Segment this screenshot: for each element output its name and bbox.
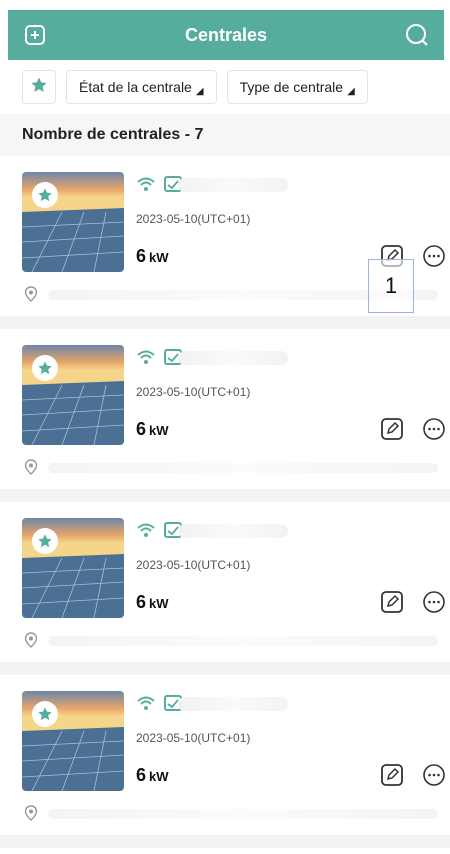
status-icons (136, 522, 182, 543)
power-unit: kW (149, 423, 169, 438)
plant-power: 6 kW (136, 419, 169, 440)
plant-date: 2023-05-10(UTC+01) (136, 385, 251, 399)
power-value: 6 (136, 419, 147, 439)
plant-type-label: Type de centrale (239, 79, 344, 95)
add-square-icon[interactable] (24, 24, 46, 46)
plant-name-blurred (178, 178, 288, 192)
edit-icon[interactable] (380, 763, 404, 787)
plant-name-blurred (178, 524, 288, 538)
plant-thumbnail (22, 172, 124, 272)
location-pin-icon (24, 632, 38, 648)
status-icons (136, 349, 182, 370)
location-pin-icon (24, 286, 38, 302)
favorite-badge[interactable] (32, 528, 58, 554)
plant-card[interactable]: 2023-05-10(UTC+01) 6 kW (0, 329, 450, 489)
plant-card[interactable]: 2023-05-10(UTC+01) 6 kW (0, 675, 450, 835)
star-icon (30, 76, 48, 99)
plant-date: 2023-05-10(UTC+01) (136, 212, 251, 226)
edit-icon[interactable] (380, 417, 404, 441)
search-icon[interactable] (404, 22, 430, 48)
plant-card[interactable]: 2023-05-10(UTC+01) 6 kW (0, 502, 450, 662)
plant-power: 6 kW (136, 765, 169, 786)
more-options-icon[interactable] (422, 244, 446, 268)
plant-type-dropdown[interactable]: Type de centrale ◢ (226, 70, 368, 104)
caret-icon: ◢ (195, 85, 204, 97)
plant-name-blurred (178, 351, 288, 365)
wifi-icon (136, 349, 156, 370)
plant-count-label: Nombre de centrales - 7 (22, 126, 204, 143)
status-icons (136, 695, 182, 716)
divider (0, 835, 450, 848)
wifi-icon (136, 695, 156, 716)
edit-icon[interactable] (380, 590, 404, 614)
more-options-icon[interactable] (422, 763, 446, 787)
plant-status-dropdown[interactable]: État de la centrale ◢ (66, 70, 217, 104)
divider (0, 316, 450, 329)
plant-address-blurred (48, 809, 438, 819)
caret-icon: ◢ (347, 85, 355, 97)
power-unit: kW (149, 250, 169, 265)
more-options-icon[interactable] (422, 417, 446, 441)
power-value: 6 (136, 592, 147, 612)
plant-address-blurred (48, 636, 438, 646)
favorite-badge[interactable] (32, 355, 58, 381)
plant-date: 2023-05-10(UTC+01) (136, 558, 251, 572)
filter-bar: État de la centrale ◢ Type de centrale ◢ (0, 60, 450, 114)
divider (0, 662, 450, 675)
annotation-label: 1 (384, 273, 398, 298)
plant-count: Nombre de centrales - 7 (0, 114, 450, 156)
status-icons (136, 176, 182, 197)
wifi-icon (136, 176, 156, 197)
plant-date: 2023-05-10(UTC+01) (136, 731, 251, 745)
favorite-filter-button[interactable] (22, 70, 56, 104)
location-pin-icon (24, 459, 38, 475)
power-unit: kW (149, 596, 169, 611)
more-options-icon[interactable] (422, 590, 446, 614)
plant-power: 6 kW (136, 592, 169, 613)
location-pin-icon (24, 805, 38, 821)
plant-thumbnail (22, 345, 124, 445)
power-value: 6 (136, 765, 147, 785)
favorite-badge[interactable] (32, 701, 58, 727)
plant-thumbnail (22, 518, 124, 618)
divider (0, 489, 450, 502)
plant-address-blurred (48, 463, 438, 473)
plant-thumbnail (22, 691, 124, 791)
app-header: Centrales (8, 10, 444, 60)
power-unit: kW (149, 769, 169, 784)
favorite-badge[interactable] (32, 182, 58, 208)
plant-name-blurred (178, 697, 288, 711)
plant-status-label: État de la centrale (79, 79, 192, 95)
wifi-icon (136, 522, 156, 543)
annotation-marker: 1 (368, 259, 414, 313)
page-title: Centrales (184, 24, 268, 45)
plant-power: 6 kW (136, 246, 169, 267)
power-value: 6 (136, 246, 147, 266)
